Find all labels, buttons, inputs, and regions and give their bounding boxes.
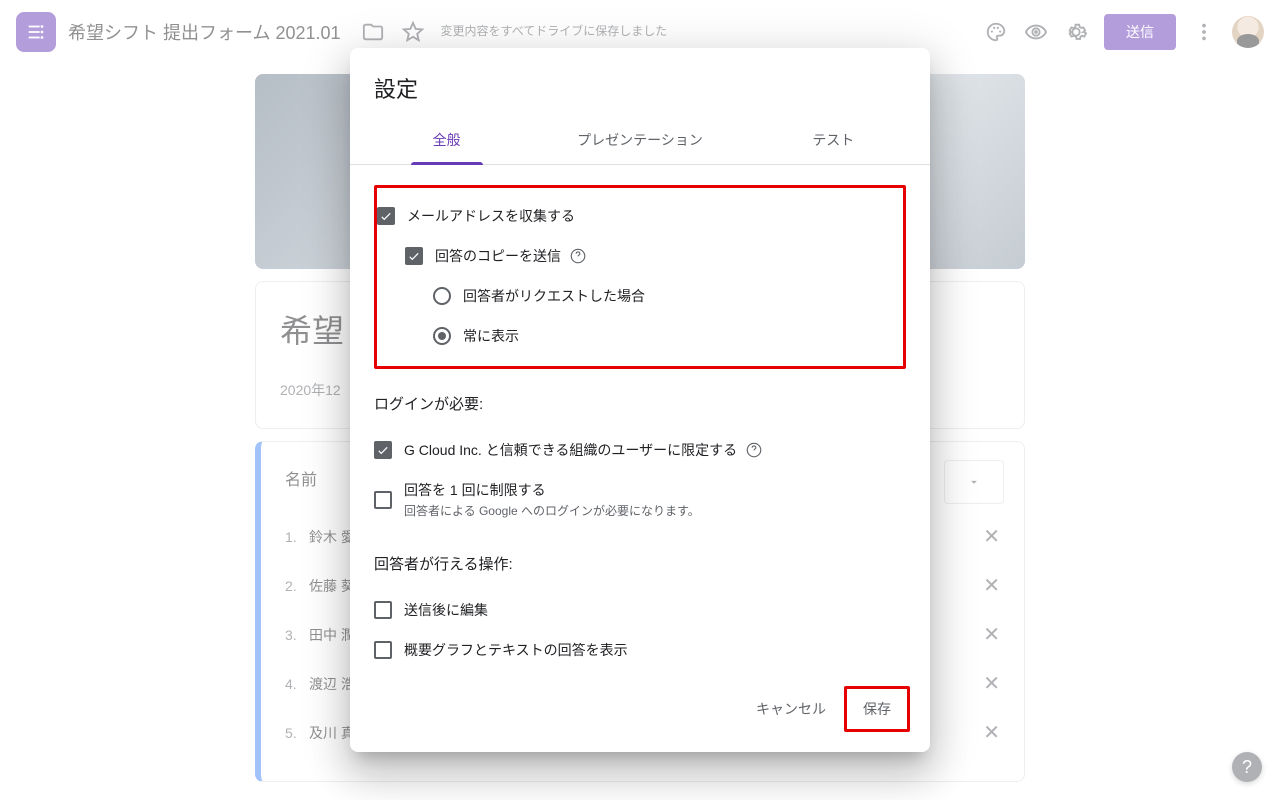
section-login: ログインが必要: xyxy=(374,393,906,414)
label-edit-after: 送信後に編集 xyxy=(404,600,488,620)
row-always[interactable]: 常に表示 xyxy=(377,316,903,356)
tab-test[interactable]: テスト xyxy=(737,116,930,164)
label-limit-one-sub: 回答者による Google へのログインが必要になります。 xyxy=(404,502,700,519)
label-always: 常に表示 xyxy=(463,326,519,346)
row-restrict-org[interactable]: G Cloud Inc. と信頼できる組織のユーザーに限定する xyxy=(374,430,906,470)
highlight-collect-email: メールアドレスを収集する 回答のコピーを送信 回答者がリクエストした場合 常に表… xyxy=(374,185,906,369)
save-button[interactable]: 保存 xyxy=(847,689,907,729)
dialog-tabs: 全般 プレゼンテーション テスト xyxy=(350,116,930,165)
label-restrict-org: G Cloud Inc. と信頼できる組織のユーザーに限定する xyxy=(404,440,737,460)
row-edit-after[interactable]: 送信後に編集 xyxy=(374,590,906,630)
row-send-copy[interactable]: 回答のコピーを送信 xyxy=(377,236,903,276)
help-icon[interactable] xyxy=(569,247,587,265)
help-icon[interactable] xyxy=(745,441,763,459)
row-collect-email[interactable]: メールアドレスを収集する xyxy=(377,196,903,236)
checkbox-restrict-org[interactable] xyxy=(374,441,392,459)
tab-general[interactable]: 全般 xyxy=(350,116,543,164)
cancel-button[interactable]: キャンセル xyxy=(742,691,840,727)
dialog-actions: キャンセル 保存 xyxy=(350,670,930,752)
checkbox-edit-after[interactable] xyxy=(374,601,392,619)
tab-presentation[interactable]: プレゼンテーション xyxy=(543,116,736,164)
dialog-title: 設定 xyxy=(350,48,930,116)
section-respondent: 回答者が行える操作: xyxy=(374,553,906,574)
highlight-save: 保存 xyxy=(844,686,910,732)
row-on-request[interactable]: 回答者がリクエストした場合 xyxy=(377,276,903,316)
label-collect-email: メールアドレスを収集する xyxy=(407,206,575,226)
radio-on-request[interactable] xyxy=(433,287,451,305)
checkbox-collect-email[interactable] xyxy=(377,207,395,225)
modal-overlay: 設定 全般 プレゼンテーション テスト メールアドレスを収集する 回答のコピーを… xyxy=(0,0,1280,800)
label-show-summary: 概要グラフとテキストの回答を表示 xyxy=(404,640,628,660)
radio-always[interactable] xyxy=(433,327,451,345)
row-limit-one[interactable]: 回答を 1 回に制限する 回答者による Google へのログインが必要になりま… xyxy=(374,470,906,529)
label-on-request: 回答者がリクエストした場合 xyxy=(463,286,645,306)
label-send-copy: 回答のコピーを送信 xyxy=(435,246,561,266)
row-show-summary[interactable]: 概要グラフとテキストの回答を表示 xyxy=(374,630,906,670)
checkbox-show-summary[interactable] xyxy=(374,641,392,659)
checkbox-limit-one[interactable] xyxy=(374,491,392,509)
checkbox-send-copy[interactable] xyxy=(405,247,423,265)
label-limit-one: 回答を 1 回に制限する xyxy=(404,480,700,500)
settings-dialog: 設定 全般 プレゼンテーション テスト メールアドレスを収集する 回答のコピーを… xyxy=(350,48,930,752)
